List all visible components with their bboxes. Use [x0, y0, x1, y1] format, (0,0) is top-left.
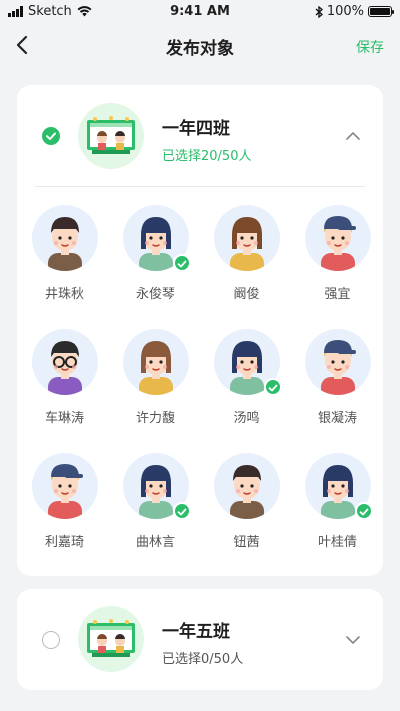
- avatar-image: [213, 205, 280, 271]
- student-name: 井珠秋: [44, 287, 84, 302]
- student-name: 利嘉琦: [44, 535, 84, 550]
- student-name: 许力馥: [135, 411, 175, 426]
- avatar-image: [31, 329, 98, 395]
- class-checkbox[interactable]: [42, 631, 60, 649]
- class-checkbox[interactable]: [42, 127, 60, 145]
- class-name: 一年五班: [162, 622, 230, 642]
- class-header[interactable]: 一年四班 已选择20/50人: [17, 85, 383, 185]
- battery-percent: 100%: [326, 4, 364, 19]
- student-item[interactable]: 曲林言: [110, 453, 201, 550]
- avatar: [304, 453, 373, 520]
- avatar: [31, 205, 98, 271]
- student-name: 汤鸣: [233, 411, 260, 426]
- class-selected-count: 已选择20/50人: [162, 149, 252, 164]
- status-right: 100%: [315, 4, 394, 19]
- class-name: 一年四班: [162, 119, 230, 139]
- student-name: 永俊琴: [135, 287, 175, 302]
- avatar-image: [213, 453, 280, 519]
- class-header[interactable]: 一年五班 已选择0/50人: [17, 589, 383, 689]
- avatar: [213, 205, 280, 271]
- student-item[interactable]: 井珠秋: [19, 205, 110, 302]
- student-item[interactable]: 阚俊: [201, 205, 292, 302]
- chevron-down-icon[interactable]: [345, 635, 361, 645]
- battery-icon: [368, 6, 394, 17]
- class-card: 一年五班 已选择0/50人: [17, 589, 383, 690]
- avatar: [31, 329, 98, 395]
- student-item[interactable]: 钮茜: [201, 453, 292, 550]
- check-icon: [263, 378, 282, 396]
- divider: [35, 186, 365, 187]
- avatar: [31, 453, 98, 519]
- avatar: [213, 329, 282, 396]
- bluetooth-icon: [315, 5, 323, 18]
- avatar-image: [304, 205, 371, 271]
- student-item[interactable]: 永俊琴: [110, 205, 201, 302]
- student-item[interactable]: 叶桂倩: [292, 453, 383, 550]
- student-name: 曲林言: [135, 535, 175, 550]
- student-item[interactable]: 许力馥: [110, 329, 201, 426]
- classroom-icon: [78, 103, 144, 169]
- avatar-image: [31, 453, 98, 519]
- avatar: [122, 329, 189, 395]
- check-icon: [46, 132, 56, 140]
- avatar: [304, 205, 371, 271]
- student-name: 车琳涛: [44, 411, 84, 426]
- save-button[interactable]: 保存: [356, 37, 384, 57]
- class-card: 一年四班 已选择20/50人 井珠秋 永俊琴 阚俊 强宜 车琳涛 许力馥 汤鸣 …: [17, 85, 383, 576]
- check-icon: [172, 254, 191, 272]
- classroom-icon: [78, 606, 144, 672]
- student-item[interactable]: 银凝涛: [292, 329, 383, 426]
- student-name: 叶桂倩: [317, 535, 357, 550]
- student-item[interactable]: 汤鸣: [201, 329, 292, 426]
- check-icon: [354, 502, 373, 520]
- class-selected-count: 已选择0/50人: [162, 652, 244, 667]
- avatar: [122, 453, 191, 520]
- avatar: [122, 205, 191, 272]
- student-item[interactable]: 强宜: [292, 205, 383, 302]
- avatar-image: [304, 329, 371, 395]
- student-name: 银凝涛: [317, 411, 357, 426]
- student-name: 钮茜: [233, 535, 260, 550]
- student-name: 强宜: [324, 287, 351, 302]
- student-item[interactable]: 车琳涛: [19, 329, 110, 426]
- nav-bar: 发布对象 保存: [0, 24, 400, 68]
- avatar-image: [122, 329, 189, 395]
- avatar-image: [31, 205, 98, 271]
- chevron-up-icon[interactable]: [345, 131, 361, 141]
- check-icon: [172, 502, 191, 520]
- page-title: 发布对象: [166, 39, 234, 59]
- status-bar: Sketch 9:41 AM 100%: [0, 0, 400, 24]
- student-name: 阚俊: [233, 287, 260, 302]
- student-item[interactable]: 利嘉琦: [19, 453, 110, 550]
- avatar: [213, 453, 280, 519]
- avatar: [304, 329, 371, 395]
